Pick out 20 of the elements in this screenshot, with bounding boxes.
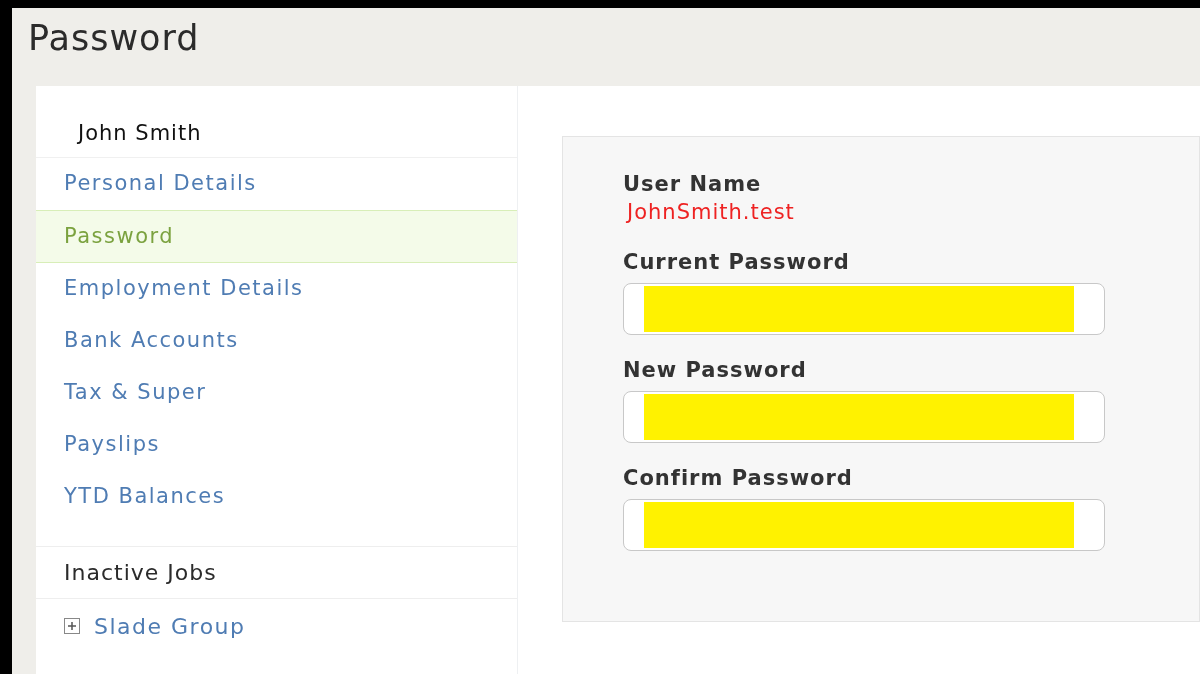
password-field[interactable] [623,283,1105,335]
user-name: John Smith [78,119,202,147]
field-label: Current Password [623,249,850,275]
section-heading: Inactive Jobs [64,559,217,587]
sidebar-item[interactable]: Employment Details [36,263,517,315]
user-name-value: JohnSmith.test [625,199,795,226]
sidebar-item[interactable]: Payslips [36,419,517,471]
field-label: New Password [623,357,807,383]
sidebar-item[interactable]: Password [36,210,517,263]
sidebar-item[interactable]: Bank Accounts [36,315,517,367]
page-title: Password [28,18,200,58]
password-field[interactable] [623,499,1105,551]
sidebar-item[interactable]: Tax & Super [36,367,517,419]
password-field[interactable] [623,391,1105,443]
tree-item[interactable]: Slade Group [36,599,517,653]
sidebar-item[interactable]: YTD Balances [36,471,517,523]
sidebar-item[interactable]: Personal Details [36,158,517,210]
field-label: User Name [623,171,762,197]
expand-icon[interactable] [64,618,80,634]
field-label: Confirm Password [623,465,853,491]
